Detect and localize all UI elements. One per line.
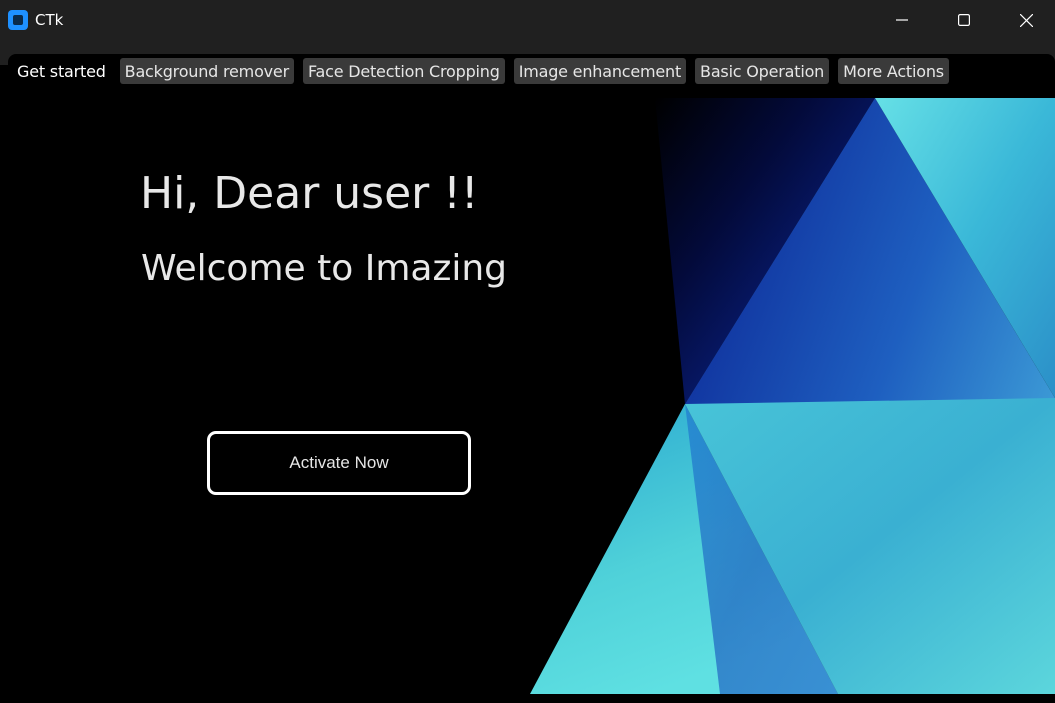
app-icon xyxy=(8,10,28,30)
close-icon xyxy=(1019,13,1033,27)
title-bar[interactable]: CTk xyxy=(0,0,1055,40)
minimize-button[interactable] xyxy=(872,0,932,40)
tab-basic-operation[interactable]: Basic Operation xyxy=(695,58,830,84)
tab-background-remover[interactable]: Background remover xyxy=(119,58,294,84)
tab-face-detection-cropping[interactable]: Face Detection Cropping xyxy=(302,58,505,84)
activate-now-button[interactable]: Activate Now xyxy=(207,431,471,495)
tab-bar: Get started Background remover Face Dete… xyxy=(12,58,949,84)
close-button[interactable] xyxy=(996,0,1055,40)
minimize-icon xyxy=(896,14,908,26)
app-window: CTk Get started Background remover Face … xyxy=(0,0,1055,703)
window-title: CTk xyxy=(35,11,64,29)
welcome-heading: Welcome to Imazing xyxy=(141,248,508,289)
tab-image-enhancement[interactable]: Image enhancement xyxy=(513,58,687,84)
greeting-heading: Hi, Dear user !! xyxy=(140,168,479,219)
tab-more-actions[interactable]: More Actions xyxy=(838,58,949,84)
maximize-icon xyxy=(958,14,970,26)
maximize-button[interactable] xyxy=(934,0,994,40)
tab-get-started[interactable]: Get started xyxy=(12,58,111,84)
